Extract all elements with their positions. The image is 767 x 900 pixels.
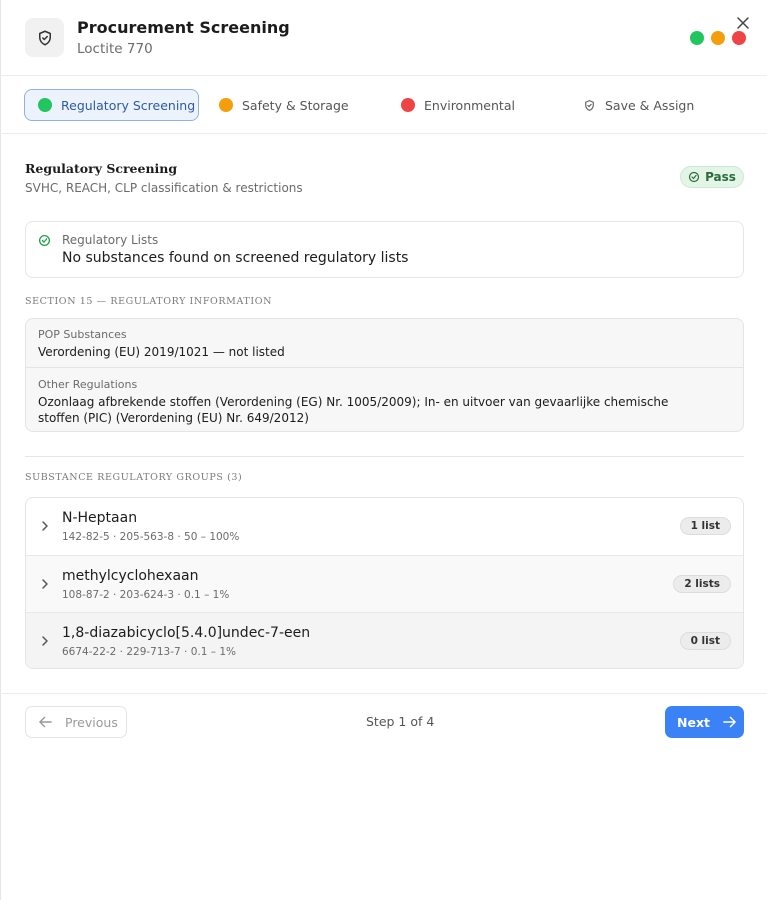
section-subtitle: SVHC, REACH, CLP classification & restri… [25,181,303,195]
regulatory-lists-value: No substances found on screened regulato… [62,250,409,266]
pop-substances-label: POP Substances [38,328,127,341]
status-dot-icon [219,98,233,112]
tab-save-assign[interactable]: Save & Assign [583,89,694,121]
divider [25,456,744,457]
arrow-right-icon [723,716,736,728]
window-edge [0,0,1,900]
previous-button[interactable]: Previous [25,706,127,738]
substance-name: 1,8-diazabicyclo[5.4.0]undec-7-een [62,625,311,641]
other-regulations-row: Other Regulations Ozonlaag afbrekende st… [26,378,743,426]
status-dot-icon [38,98,52,112]
other-regulations-value: Ozonlaag afbrekende stoffen (Verordening… [38,395,669,425]
next-button[interactable]: Next [665,706,744,738]
status-dot-green [690,31,704,45]
tab-label: Environmental [424,97,515,113]
previous-button-label: Previous [65,714,118,730]
list-item[interactable]: N-Heptaan 142-82-5 · 205-563-8 · 50 – 10… [26,498,743,555]
list-item[interactable]: methylcyclohexaan 108-87-2 · 203-624-3 ·… [26,555,743,612]
section-title: Regulatory Screening [25,161,178,176]
tab-label: Safety & Storage [242,97,349,113]
check-circle-icon [38,234,51,247]
page-title: Procurement Screening [77,18,290,37]
close-icon [737,17,749,29]
next-button-label: Next [677,714,710,730]
step-navigation: Regulatory Screening Safety & Storage En… [0,76,767,134]
substance-meta: 142-82-5 · 205-563-8 · 50 – 100% [62,531,240,543]
footer-divider [0,693,767,694]
regulatory-lists-card: Regulatory Lists No substances found on … [25,221,744,278]
list-count-badge: 2 lists [673,575,731,593]
list-count-badge: 0 list [679,632,731,650]
section15-card: POP Substances Verordening (EU) 2019/102… [25,318,744,432]
status-dot-icon [401,98,415,112]
pop-substances-value: Verordening (EU) 2019/1021 — not listed [38,345,285,359]
substance-meta: 108-87-2 · 203-624-3 · 0.1 – 1% [62,589,230,601]
list-item[interactable]: 1,8-diazabicyclo[5.4.0]undec-7-een 6674-… [26,612,743,668]
tab-label: Regulatory Screening [61,97,196,113]
substance-name: methylcyclohexaan [62,568,199,584]
shield-check-icon [585,99,594,111]
substance-groups-list: N-Heptaan 142-82-5 · 205-563-8 · 50 – 10… [25,497,744,669]
status-dot-orange [711,31,725,45]
product-name: Loctite 770 [77,41,153,57]
tab-safety-storage[interactable]: Safety & Storage [219,89,349,121]
divider [26,367,743,368]
status-badge-label: Pass [705,170,736,184]
substance-meta: 6674-22-2 · 229-713-7 · 0.1 – 1% [62,646,236,658]
check-circle-icon [688,171,700,183]
pop-substances-row: POP Substances Verordening (EU) 2019/102… [26,328,743,360]
section15-heading: SECTION 15 — REGULATORY INFORMATION [25,296,273,307]
list-count-badge: 1 list [679,517,731,535]
chevron-right-icon [42,579,48,589]
close-button[interactable] [733,13,753,33]
tab-label: Save & Assign [605,97,695,113]
groups-heading: SUBSTANCE REGULATORY GROUPS (3) [25,472,243,483]
other-regulations-label: Other Regulations [38,378,138,391]
tab-environmental[interactable]: Environmental [401,89,515,121]
header: Procurement Screening Loctite 770 [0,0,767,76]
tab-regulatory-screening[interactable]: Regulatory Screening [24,89,199,121]
status-dot-red [732,31,746,45]
chevron-right-icon [42,521,48,531]
shield-icon [25,18,64,57]
step-indicator: Step 1 of 4 [366,714,435,729]
status-badge: Pass [680,166,744,188]
regulatory-lists-label: Regulatory Lists [62,233,159,247]
chevron-right-icon [42,636,48,646]
substance-name: N-Heptaan [62,510,138,526]
arrow-left-icon [39,716,52,728]
status-dots [690,31,746,45]
